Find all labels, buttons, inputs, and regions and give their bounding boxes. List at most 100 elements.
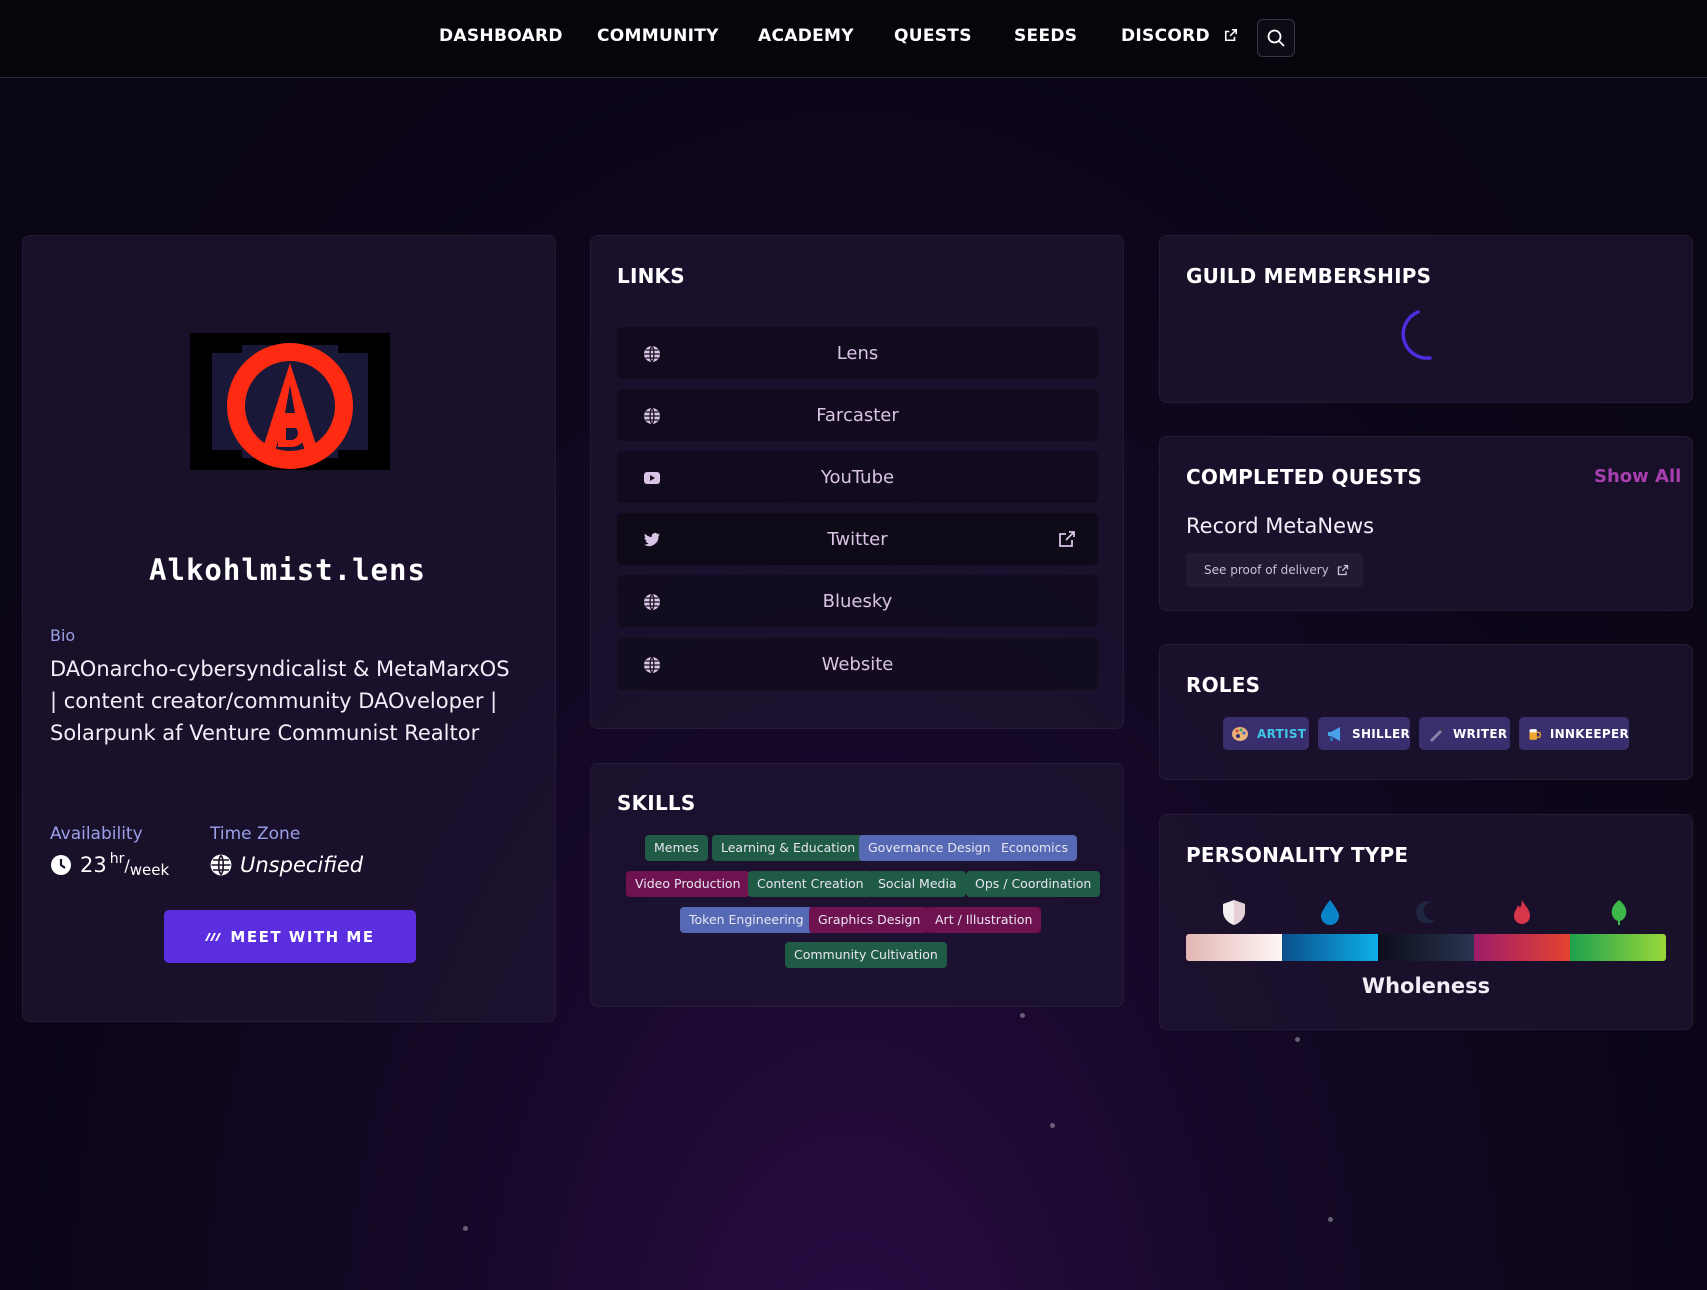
meet-with-me-button[interactable]: MEET WITH ME xyxy=(164,910,416,963)
youtube-icon xyxy=(644,472,660,484)
skill-tag: Memes xyxy=(645,835,708,861)
link-website[interactable]: Website xyxy=(617,638,1098,690)
nav-quests[interactable]: QUESTS xyxy=(894,26,972,46)
link-lens[interactable]: Lens xyxy=(617,327,1098,379)
skill-tag: Graphics Design xyxy=(809,907,930,933)
background-star xyxy=(1020,1013,1025,1018)
globe-icon xyxy=(644,345,660,363)
role-label: ARTIST xyxy=(1257,726,1307,741)
link-label: Bluesky xyxy=(822,590,893,612)
availability-value: 23 hr / week xyxy=(50,851,170,879)
skills-title: SKILLS xyxy=(617,791,696,815)
pen-icon xyxy=(1430,727,1444,742)
link-bluesky[interactable]: Bluesky xyxy=(617,575,1098,627)
globe-icon xyxy=(644,593,660,611)
skill-tag: Social Media xyxy=(869,871,966,897)
nav-academy[interactable]: ACADEMY xyxy=(758,26,854,46)
nav-dashboard[interactable]: DASHBOARD xyxy=(439,26,563,46)
proof-label: See proof of delivery xyxy=(1204,563,1329,577)
calendar-brand-icon xyxy=(205,932,222,941)
link-farcaster[interactable]: Farcaster xyxy=(617,389,1098,441)
loading-spinner-icon xyxy=(1401,310,1432,360)
skill-tag: Art / Illustration xyxy=(926,907,1042,933)
personality-color-bar xyxy=(1186,934,1666,961)
guild-memberships-title: GUILD MEMBERSHIPS xyxy=(1186,264,1432,288)
leaf-icon xyxy=(1611,900,1627,925)
color-segment-earth xyxy=(1570,934,1666,961)
show-all-link[interactable]: Show All xyxy=(1594,466,1681,487)
timezone-label: Time Zone xyxy=(210,824,301,844)
moon-icon xyxy=(1416,901,1435,924)
globe-icon xyxy=(644,407,660,425)
globe-icon xyxy=(210,854,232,876)
background-star xyxy=(1050,1123,1055,1128)
role-label: WRITER xyxy=(1453,726,1508,741)
role-innkeeper: INNKEEPER xyxy=(1519,717,1629,750)
search-icon xyxy=(1267,29,1285,47)
background-star xyxy=(1295,1037,1300,1042)
completed-quests-title: COMPLETED QUESTS xyxy=(1186,465,1423,489)
timezone-text: Unspecified xyxy=(240,853,364,877)
twitter-icon xyxy=(644,532,660,547)
background-star xyxy=(1328,1217,1333,1222)
profile-username: Alkohlmist.lens xyxy=(149,553,426,587)
link-label: YouTube xyxy=(820,466,895,488)
skill-tag: Token Engineering xyxy=(680,907,813,933)
links-title: LINKS xyxy=(617,264,685,288)
link-label: Farcaster xyxy=(816,404,899,426)
link-label: Website xyxy=(821,653,894,675)
link-twitter[interactable]: Twitter xyxy=(617,513,1098,565)
timezone-value: Unspecified xyxy=(210,853,363,877)
skill-tag: Ops / Coordination xyxy=(966,871,1101,897)
nav-community[interactable]: COMMUNITY xyxy=(597,26,719,46)
external-link-icon xyxy=(1225,28,1238,42)
fire-icon xyxy=(1514,900,1530,924)
bio-label: Bio xyxy=(50,626,76,645)
external-link-icon xyxy=(1059,531,1075,547)
skill-tag: Governance Design xyxy=(859,835,1000,861)
nav-seeds[interactable]: SEEDS xyxy=(1014,26,1077,46)
palette-icon xyxy=(1232,726,1248,741)
nav-discord[interactable]: DISCORD xyxy=(1121,26,1238,46)
roles-title: ROLES xyxy=(1186,673,1261,697)
color-segment-fire xyxy=(1474,934,1570,961)
availability-unit-week: week xyxy=(129,861,170,879)
skill-tag: Economics xyxy=(992,835,1078,861)
color-segment-water xyxy=(1282,934,1378,961)
clock-icon xyxy=(51,855,71,875)
skill-tag: Video Production xyxy=(626,871,750,897)
availability-hours: 23 xyxy=(80,853,107,877)
background-star xyxy=(463,1226,468,1231)
role-writer: WRITER xyxy=(1419,717,1510,750)
role-label: SHILLER xyxy=(1352,726,1410,741)
personality-result: Wholeness xyxy=(1361,974,1491,998)
external-link-icon xyxy=(1337,564,1348,576)
skill-tag: Learning & Education xyxy=(712,835,865,861)
roles-card xyxy=(1159,644,1693,780)
meet-button-label: MEET WITH ME xyxy=(230,927,375,946)
nav-discord-label: DISCORD xyxy=(1121,26,1210,46)
quest-name: Record MetaNews xyxy=(1186,514,1375,538)
bio-text: DAOnarcho-cybersyndicalist & MetaMarxOS … xyxy=(50,657,510,745)
globe-icon xyxy=(644,656,660,674)
shield-icon xyxy=(1223,900,1245,925)
beer-mug-icon xyxy=(1529,728,1541,740)
link-label: Lens xyxy=(836,342,879,364)
availability-unit-hr: hr xyxy=(109,851,125,867)
role-label: INNKEEPER xyxy=(1549,726,1629,741)
proof-of-delivery-button[interactable]: See proof of delivery xyxy=(1186,553,1363,587)
role-artist: ARTIST xyxy=(1223,717,1309,750)
skill-tag: Community Cultivation xyxy=(785,942,947,968)
availability-label: Availability xyxy=(50,824,143,844)
color-segment-shadow xyxy=(1378,934,1474,961)
link-youtube[interactable]: YouTube xyxy=(617,451,1098,503)
role-shiller: SHILLER xyxy=(1318,717,1410,750)
search-button[interactable] xyxy=(1257,19,1295,57)
color-segment-light xyxy=(1186,934,1282,961)
water-drop-icon xyxy=(1321,900,1339,925)
megaphone-icon xyxy=(1328,726,1340,741)
avatar xyxy=(190,333,390,470)
link-label: Twitter xyxy=(827,528,888,550)
skill-tag: Content Creation xyxy=(748,871,873,897)
personality-title: PERSONALITY TYPE xyxy=(1186,843,1409,867)
